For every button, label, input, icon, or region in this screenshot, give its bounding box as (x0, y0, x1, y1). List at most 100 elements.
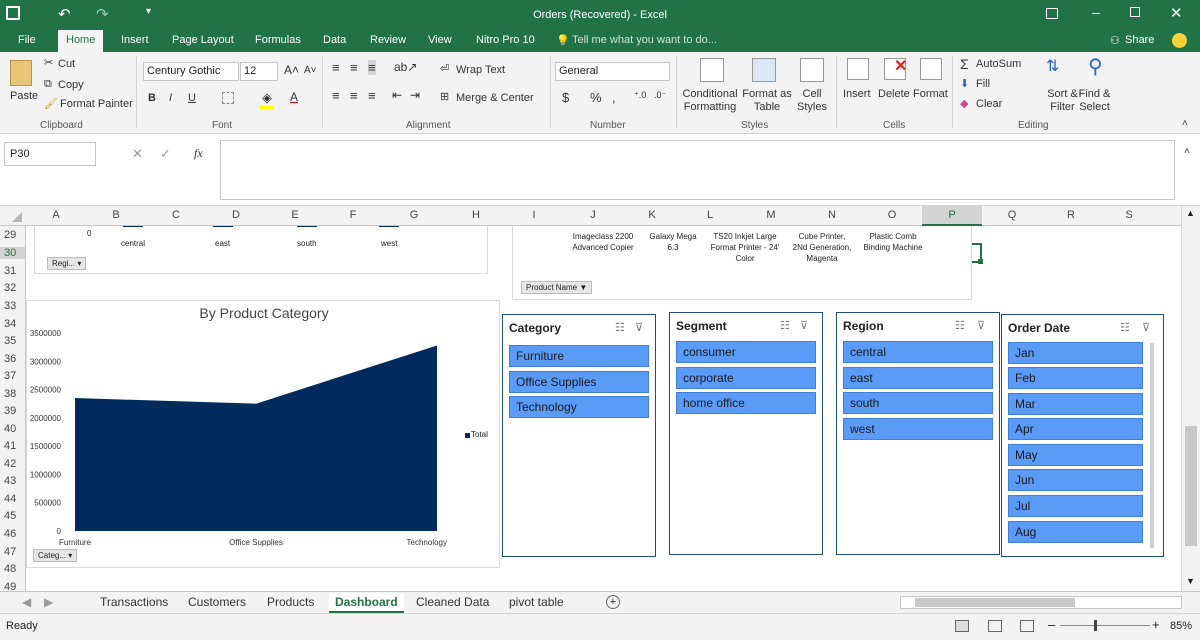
row-header[interactable]: 32 (4, 282, 16, 294)
cancel-icon[interactable]: ✕ (132, 146, 143, 162)
grow-font-icon[interactable]: A˄ (284, 63, 299, 77)
row-header-selected[interactable]: 30 (0, 247, 25, 259)
menu-formulas[interactable]: Formulas (255, 34, 301, 46)
order-date-slicer[interactable]: Order Date ☷ ⊽ Jan Feb Mar Apr May Jun J… (1001, 314, 1164, 557)
category-slicer-item[interactable]: Technology (509, 396, 649, 418)
order-date-slicer-item[interactable]: Jan (1008, 342, 1143, 364)
currency-button[interactable]: $ (562, 90, 569, 105)
region-slicer[interactable]: Region ☷ ⊽ central east south west (836, 312, 1000, 555)
comma-button[interactable]: , (612, 90, 616, 105)
close-icon[interactable]: ✕ (1170, 4, 1183, 22)
menu-data[interactable]: Data (323, 34, 346, 46)
region-slicer-item[interactable]: central (843, 341, 993, 363)
col-header[interactable]: M (740, 209, 802, 221)
area-series-total[interactable] (75, 345, 437, 531)
align-top-icon[interactable]: ≡ (332, 60, 340, 75)
menu-insert[interactable]: Insert (121, 34, 149, 46)
row-header[interactable]: 44 (4, 493, 16, 505)
percent-button[interactable]: % (590, 90, 602, 105)
row-header[interactable]: 45 (4, 510, 16, 522)
sheet-tab[interactable]: Products (267, 595, 314, 609)
row-header[interactable]: 43 (4, 475, 16, 487)
cut-button[interactable]: Cut (58, 58, 75, 70)
category-slicer[interactable]: Category ☷ ⊽ Furniture Office Supplies T… (502, 314, 656, 557)
multi-select-icon[interactable]: ☷ (1120, 321, 1130, 334)
fill-button[interactable]: Fill (976, 78, 990, 90)
page-layout-view-icon[interactable] (988, 620, 1002, 632)
page-break-view-icon[interactable] (1020, 620, 1034, 632)
align-left-icon[interactable]: ≡ (332, 88, 340, 103)
multi-select-icon[interactable]: ☷ (615, 321, 625, 334)
insert-function-button[interactable]: fx (194, 146, 203, 161)
col-header[interactable]: F (324, 209, 382, 221)
sheet-tab-active[interactable]: Dashboard (329, 593, 404, 613)
zoom-thumb[interactable] (1094, 620, 1097, 631)
worksheet-grid[interactable]: 0 central east south west Regi... ▾ Imag… (26, 226, 1181, 591)
conditional-formatting-button[interactable]: Conditional Formatting (680, 88, 740, 114)
autosum-button[interactable]: AutoSum (976, 58, 1021, 70)
category-slicer-item[interactable]: Furniture (509, 345, 649, 367)
row-header[interactable]: 41 (4, 440, 16, 452)
col-header[interactable]: L (680, 209, 740, 221)
delete-cells-button[interactable]: Delete (878, 88, 910, 100)
segment-slicer-item[interactable]: corporate (676, 367, 816, 389)
clear-filter-icon[interactable]: ⊽ (800, 319, 808, 332)
ribbon-display-icon[interactable] (1046, 8, 1058, 19)
font-size-select[interactable]: 12 (240, 62, 278, 81)
row-header[interactable]: 36 (4, 353, 16, 365)
h-scroll-thumb[interactable] (915, 598, 1075, 607)
row-header[interactable]: 33 (4, 300, 16, 312)
region-slicer-item[interactable]: south (843, 392, 993, 414)
col-header[interactable]: H (446, 209, 506, 221)
row-header[interactable]: 29 (4, 229, 16, 241)
bold-button[interactable]: B (148, 92, 156, 104)
multi-select-icon[interactable]: ☷ (780, 319, 790, 332)
col-header[interactable]: R (1042, 209, 1100, 221)
decrease-decimal-icon[interactable]: .0⁻ (654, 90, 666, 101)
wrap-text-button[interactable]: Wrap Text (456, 64, 505, 76)
copy-button[interactable]: Copy (58, 79, 84, 91)
decrease-indent-icon[interactable]: ⇤ (392, 88, 402, 102)
col-header[interactable]: Q (982, 209, 1042, 221)
increase-indent-icon[interactable]: ⇥ (410, 88, 420, 102)
row-header[interactable]: 39 (4, 405, 16, 417)
number-format-select[interactable]: General (555, 62, 670, 81)
menu-nitro[interactable]: Nitro Pro 10 (476, 34, 535, 46)
category-chart[interactable]: By Product Category 3500000 3000000 250000… (26, 300, 500, 568)
col-header[interactable]: J (562, 209, 624, 221)
zoom-slider[interactable] (1060, 625, 1150, 626)
scroll-down-icon[interactable]: ▼ (1186, 576, 1195, 586)
clear-filter-icon[interactable]: ⊽ (1142, 321, 1150, 334)
col-header[interactable]: A (26, 209, 86, 221)
region-field-button[interactable]: Regi... ▾ (47, 257, 87, 270)
menu-review[interactable]: Review (370, 34, 406, 46)
align-middle-icon[interactable]: ≡ (350, 60, 358, 75)
order-date-slicer-item[interactable]: Feb (1008, 367, 1143, 389)
col-header[interactable]: B (86, 209, 146, 221)
restore-icon[interactable] (1130, 7, 1140, 17)
name-box[interactable]: P30 (4, 142, 96, 166)
row-header[interactable]: 48 (4, 563, 16, 575)
col-header[interactable]: O (862, 209, 922, 221)
segment-slicer-item[interactable]: consumer (676, 341, 816, 363)
segment-slicer[interactable]: Segment ☷ ⊽ consumer corporate home offi… (669, 312, 823, 555)
row-header[interactable]: 47 (4, 546, 16, 558)
row-header[interactable]: 42 (4, 458, 16, 470)
shrink-font-icon[interactable]: A˅ (304, 65, 317, 76)
orientation-icon[interactable]: ab↗ (394, 60, 417, 74)
vertical-scrollbar[interactable]: ▲ ▼ (1181, 206, 1200, 591)
align-bottom-icon[interactable]: ≡ (368, 60, 376, 75)
region-slicer-item[interactable]: west (843, 418, 993, 440)
sheet-tab[interactable]: Transactions (100, 595, 168, 609)
row-header[interactable]: 34 (4, 318, 16, 330)
menu-file[interactable]: File (18, 34, 36, 46)
zoom-out-button[interactable]: – (1048, 617, 1055, 632)
font-color-icon[interactable]: A (290, 90, 298, 104)
normal-view-icon[interactable] (955, 620, 969, 632)
smiley-icon[interactable] (1172, 33, 1187, 48)
col-header-selected[interactable]: P (922, 206, 982, 226)
select-all-icon[interactable] (12, 212, 22, 222)
align-right-icon[interactable]: ≡ (368, 88, 376, 103)
tell-me-input[interactable]: Tell me what you want to do... (572, 34, 717, 46)
col-header[interactable]: N (802, 209, 862, 221)
